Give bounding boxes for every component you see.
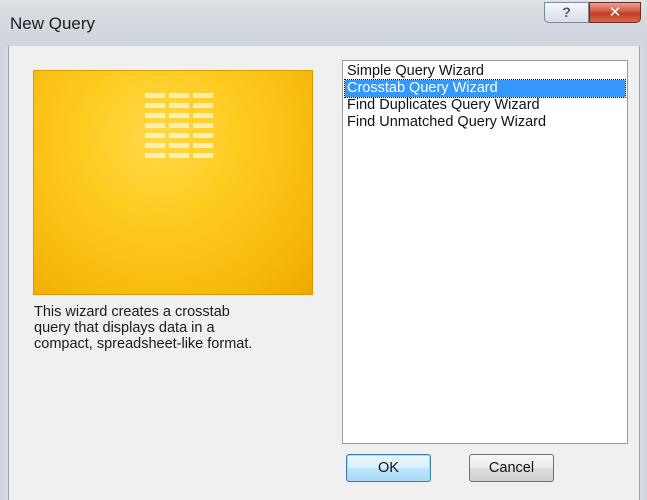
grid-cell [169, 143, 189, 148]
close-icon: ✕ [608, 4, 622, 21]
grid-cell [169, 153, 189, 158]
dialog-title: New Query [10, 14, 96, 33]
grid-cell [145, 123, 165, 128]
grid-cell [193, 143, 213, 148]
grid-cell [145, 103, 165, 108]
grid-cell [145, 113, 165, 118]
grid-cell [145, 93, 165, 98]
grid-cell [193, 103, 213, 108]
close-button[interactable]: ✕ [589, 2, 641, 23]
grid-cell [193, 153, 213, 158]
grid-cell [193, 123, 213, 128]
grid-cell [169, 93, 189, 98]
grid-cell [145, 143, 165, 148]
grid-cell [193, 133, 213, 138]
grid-cell [145, 153, 165, 158]
grid-cell [193, 93, 213, 98]
help-icon: ? [562, 4, 571, 20]
ok-button[interactable]: OK [346, 454, 431, 482]
list-item-find-duplicates-query-wizard[interactable]: Find Duplicates Query Wizard [345, 97, 625, 114]
grid-cell [169, 113, 189, 118]
grid-cell [193, 113, 213, 118]
wizard-description: This wizard creates a crosstab query tha… [34, 304, 253, 352]
title-bar[interactable]: New Query ? ✕ [0, 0, 647, 46]
wizard-preview-image [33, 70, 313, 295]
grid-cell [145, 133, 165, 138]
grid-cell [169, 123, 189, 128]
window-frame-left [0, 46, 9, 500]
new-query-dialog: New Query ? ✕ This wizard creates a cros… [0, 0, 647, 500]
grid-cell [169, 133, 189, 138]
window-frame-right [639, 46, 647, 500]
list-item-find-unmatched-query-wizard[interactable]: Find Unmatched Query Wizard [345, 114, 625, 131]
list-item-crosstab-query-wizard[interactable]: Crosstab Query Wizard [344, 79, 626, 98]
list-item-simple-query-wizard[interactable]: Simple Query Wizard [345, 63, 625, 80]
help-button[interactable]: ? [544, 2, 589, 23]
dialog-content: This wizard creates a crosstab query tha… [9, 46, 639, 500]
cancel-button[interactable]: Cancel [469, 454, 554, 482]
crosstab-grid-icon [145, 93, 215, 171]
grid-cell [169, 103, 189, 108]
query-wizard-list[interactable]: Simple Query Wizard Crosstab Query Wizar… [342, 60, 628, 444]
